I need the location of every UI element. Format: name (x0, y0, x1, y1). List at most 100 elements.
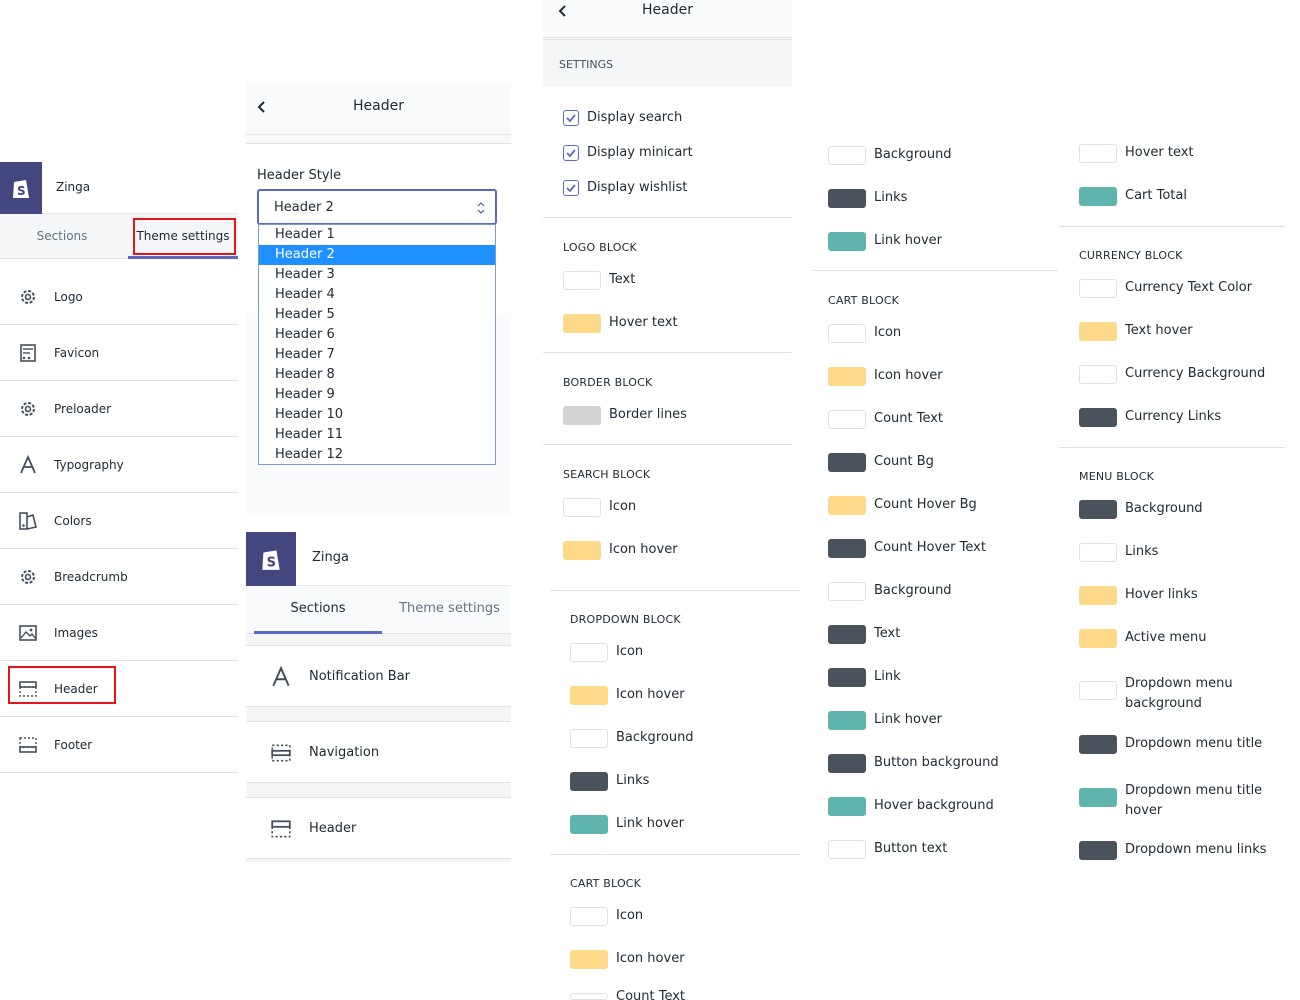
color-swatch[interactable] (570, 686, 608, 705)
section-header[interactable]: Header (246, 797, 511, 859)
color-swatch[interactable] (570, 815, 608, 834)
color-setting-label: Count Text (874, 411, 944, 426)
color-swatch[interactable] (1079, 144, 1117, 163)
color-setting-label: Icon (874, 325, 902, 340)
color-swatch[interactable] (828, 797, 866, 816)
color-swatch[interactable] (828, 754, 866, 773)
sidebar-item-logo[interactable]: Logo (0, 269, 238, 325)
checkmark-icon (566, 184, 576, 193)
color-setting-label: Active menu (1125, 630, 1207, 645)
color-setting-label: Links (874, 190, 908, 205)
sidebar-item-favicon[interactable]: Favicon (0, 325, 238, 381)
color-swatch[interactable] (1079, 365, 1117, 384)
color-swatch[interactable] (570, 993, 608, 1000)
dropdown-option[interactable]: Header 9 (259, 385, 495, 405)
section-notification-bar[interactable]: Notification Bar (246, 645, 511, 707)
sidebar-item-preloader[interactable]: Preloader (0, 381, 238, 437)
color-swatch[interactable] (828, 453, 866, 472)
divider (1059, 226, 1285, 227)
color-swatch[interactable] (828, 625, 866, 644)
color-swatch[interactable] (828, 367, 866, 386)
sidebar-item-label: Logo (54, 290, 83, 304)
checkbox-checked[interactable] (563, 110, 579, 126)
sidebar-item-typography[interactable]: Typography (0, 437, 238, 493)
dropdown-option[interactable]: Header 5 (259, 305, 495, 325)
tab-sections[interactable]: Sections (0, 214, 124, 259)
tab-sections[interactable]: Sections (254, 586, 382, 634)
color-swatch[interactable] (828, 324, 866, 343)
color-swatch[interactable] (1079, 681, 1117, 700)
color-setting-label: Cart Total (1125, 188, 1187, 203)
dropdown-option[interactable]: Header 1 (259, 225, 495, 245)
color-swatch[interactable] (1079, 543, 1117, 562)
color-setting-label: Background (874, 147, 952, 162)
color-swatch[interactable] (570, 907, 608, 926)
color-swatch[interactable] (570, 950, 608, 969)
color-setting-label: Link (874, 669, 901, 684)
color-setting-label: Text (609, 272, 636, 287)
checkbox-checked[interactable] (563, 145, 579, 161)
color-swatch[interactable] (570, 643, 608, 662)
dropdown-option[interactable]: Header 12 (259, 445, 495, 465)
favicon-icon (20, 344, 36, 362)
sidebar-item-footer[interactable]: Footer (0, 717, 238, 773)
color-swatch[interactable] (828, 496, 866, 515)
dropdown-option[interactable]: Header 4 (259, 285, 495, 305)
dropdown-option[interactable]: Header 8 (259, 365, 495, 385)
header-settings-panel: Header SETTINGS Display search Display m… (543, 0, 800, 1000)
color-setting-label: Count Bg (874, 454, 934, 469)
color-swatch[interactable] (828, 539, 866, 558)
divider (812, 270, 1058, 271)
color-swatch[interactable] (563, 498, 601, 517)
color-swatch[interactable] (1079, 408, 1117, 427)
color-swatch[interactable] (570, 772, 608, 791)
color-swatch[interactable] (1079, 500, 1117, 519)
color-swatch[interactable] (828, 668, 866, 687)
dropdown-option[interactable]: Header 11 (259, 425, 495, 445)
panel-title: Header (642, 2, 693, 18)
color-swatch[interactable] (563, 314, 601, 333)
border-block-title: BORDER BLOCK (563, 376, 653, 389)
color-swatch[interactable] (828, 840, 866, 859)
color-swatch[interactable] (1079, 322, 1117, 341)
color-swatch[interactable] (563, 406, 601, 425)
sidebar-item-colors[interactable]: Colors (0, 493, 238, 549)
dropdown-option[interactable]: Header 10 (259, 405, 495, 425)
color-swatch[interactable] (1079, 586, 1117, 605)
color-swatch[interactable] (1079, 629, 1117, 648)
section-navigation[interactable]: Navigation (246, 721, 511, 783)
checkbox-checked[interactable] (563, 180, 579, 196)
color-swatch[interactable] (1079, 735, 1117, 754)
dropdown-option-selected[interactable]: Header 2 (259, 245, 495, 265)
color-swatch[interactable] (828, 410, 866, 429)
dropdown-option[interactable]: Header 3 (259, 265, 495, 285)
sidebar-item-images[interactable]: Images (0, 605, 238, 661)
header-style-select[interactable]: Header 2 (257, 189, 497, 225)
color-swatch[interactable] (570, 729, 608, 748)
panel-tabs: Sections Theme settings (246, 586, 511, 634)
color-swatch[interactable] (828, 582, 866, 601)
color-swatch[interactable] (828, 711, 866, 730)
color-swatch[interactable] (1079, 788, 1117, 807)
color-swatch[interactable] (563, 271, 601, 290)
store-name: Zinga (56, 180, 91, 194)
svg-text:S: S (17, 184, 26, 198)
panel-title: Header (353, 98, 404, 114)
tab-theme-settings[interactable]: Theme settings (388, 586, 511, 634)
dropdown-option[interactable]: Header 7 (259, 345, 495, 365)
color-swatch[interactable] (828, 189, 866, 208)
color-swatch[interactable] (828, 146, 866, 165)
divider (550, 590, 800, 591)
color-swatch[interactable] (1079, 187, 1117, 206)
sidebar-item-breadcrumb[interactable]: Breadcrumb (0, 549, 238, 605)
dropdown-option[interactable]: Header 6 (259, 325, 495, 345)
color-swatch[interactable] (1079, 841, 1117, 860)
header-style-options: Header 1 Header 2 Header 3 Header 4 Head… (258, 224, 496, 465)
color-swatch[interactable] (828, 232, 866, 251)
color-setting-label: Button text (874, 841, 948, 856)
settings-label: SETTINGS (559, 58, 614, 71)
color-swatch[interactable] (1079, 279, 1117, 298)
color-setting-label: Hover text (1125, 145, 1194, 160)
color-swatch[interactable] (563, 541, 601, 560)
divider (543, 217, 792, 218)
